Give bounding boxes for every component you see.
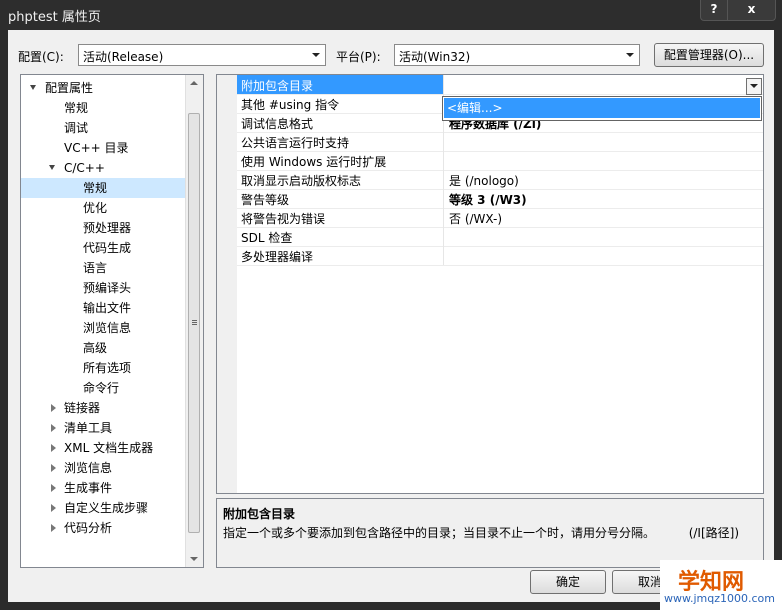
collapsed-icon	[51, 444, 56, 452]
property-value: 等级 3 (/W3)	[449, 193, 527, 207]
column-divider	[443, 132, 444, 151]
watermark: 学知网 www.jmqz1000.com	[660, 560, 782, 610]
watermark-url: www.jmqz1000.com	[664, 592, 775, 605]
expanded-icon	[30, 85, 36, 90]
property-name: SDL 检查	[241, 231, 293, 245]
tree-item[interactable]: 所有选项	[83, 358, 131, 378]
config-manager-button[interactable]: 配置管理器(O)...	[654, 43, 764, 67]
window-title: phptest 属性页	[8, 10, 101, 25]
ok-button[interactable]: 确定	[530, 570, 606, 594]
help-button[interactable]: ?	[700, 0, 728, 21]
dropdown-item-edit[interactable]: <编辑...>	[444, 98, 760, 118]
grid-gutter	[217, 75, 237, 493]
scroll-down-icon[interactable]	[190, 557, 198, 561]
expanded-icon	[49, 165, 55, 170]
column-divider	[443, 170, 444, 189]
grid-row[interactable]: SDL 检查	[237, 227, 763, 247]
column-divider	[443, 189, 444, 208]
properties-window: phptest 属性页 ? x 配置(C): 活动(Release) 平台(P)…	[0, 0, 782, 610]
tree-scrollbar[interactable]	[185, 75, 203, 567]
tree-item[interactable]: 调试	[64, 118, 88, 138]
property-name: 公共语言运行时支持	[241, 136, 350, 150]
property-name: 使用 Windows 运行时扩展	[241, 155, 387, 169]
scroll-thumb[interactable]	[188, 113, 200, 533]
tree-item-selected[interactable]: 常规	[21, 178, 187, 198]
tree-item[interactable]: 代码生成	[83, 238, 131, 258]
dialog-client: 配置(C): 活动(Release) 平台(P): 活动(Win32) 配置管理…	[8, 30, 774, 602]
grid-row[interactable]: 将警告视为错误 否 (/WX-)	[237, 208, 763, 228]
grid-row[interactable]: 警告等级 等级 3 (/W3)	[237, 189, 763, 209]
collapsed-icon	[51, 504, 56, 512]
collapsed-icon	[51, 524, 56, 532]
description-panel: 附加包含目录 指定一个或多个要添加到包含路径中的目录；当目录不止一个时，请用分号…	[216, 498, 764, 568]
property-name: 调试信息格式	[241, 117, 314, 131]
column-divider	[443, 227, 444, 246]
property-name: 附加包含目录	[241, 79, 314, 93]
config-label: 配置(C):	[18, 50, 64, 64]
property-grid: 附加包含目录 其他 #using 指令 调试信息格式 程序数据库 (/Zi) 公…	[216, 74, 764, 494]
platform-label: 平台(P):	[336, 50, 381, 64]
property-name: 将警告视为错误	[241, 212, 326, 226]
platform-combo[interactable]: 活动(Win32)	[394, 44, 640, 66]
description-switch: (/I[路径])	[688, 526, 739, 540]
grid-row-selected[interactable]: 附加包含目录	[237, 75, 763, 95]
config-value: 活动(Release)	[83, 50, 164, 64]
collapsed-icon	[51, 424, 56, 432]
collapsed-icon	[51, 404, 56, 412]
column-divider	[443, 151, 444, 170]
column-divider	[443, 246, 444, 265]
chevron-down-icon	[623, 47, 637, 63]
grip-icon	[192, 320, 197, 321]
platform-value: 活动(Win32)	[399, 50, 471, 64]
grid-row[interactable]: 多处理器编译	[237, 246, 763, 266]
title-bar: phptest 属性页 ? x	[0, 0, 782, 30]
property-name: 多处理器编译	[241, 250, 314, 264]
property-value: 否 (/WX-)	[449, 212, 503, 226]
description-title: 附加包含目录	[223, 507, 296, 521]
close-button[interactable]: x	[727, 0, 776, 21]
grid-row[interactable]: 使用 Windows 运行时扩展	[237, 151, 763, 171]
collapsed-icon	[51, 464, 56, 472]
tree-item[interactable]: 常规	[64, 98, 88, 118]
description-body: 指定一个或多个要添加到包含路径中的目录；当目录不止一个时，请用分号分隔。	[223, 526, 656, 540]
property-name: 警告等级	[241, 193, 290, 207]
tree-item[interactable]: 命令行	[83, 378, 119, 398]
tree-item[interactable]: 浏览信息	[83, 318, 131, 338]
column-divider	[443, 75, 444, 94]
tree-item[interactable]: 预处理器	[83, 218, 131, 238]
config-combo[interactable]: 活动(Release)	[78, 44, 326, 66]
scroll-up-icon[interactable]	[190, 81, 198, 85]
tree-item[interactable]: 预编译头	[83, 278, 131, 298]
value-dropdown-button[interactable]	[746, 78, 762, 95]
tree-item[interactable]: 输出文件	[83, 298, 131, 318]
collapsed-icon	[51, 484, 56, 492]
property-name: 其他 #using 指令	[241, 98, 340, 112]
tree-item[interactable]: 语言	[83, 258, 107, 278]
property-value: 是 (/nologo)	[449, 174, 519, 188]
column-divider	[443, 208, 444, 227]
tree-item[interactable]: 优化	[83, 198, 107, 218]
chevron-down-icon	[309, 47, 323, 63]
grid-row[interactable]: 取消显示启动版权标志 是 (/nologo)	[237, 170, 763, 190]
chevron-down-icon	[750, 84, 758, 88]
property-tree: 配置属性 常规 调试 VC++ 目录 C/C++ 常规 优化 预处理器 代码生成…	[20, 74, 204, 568]
grid-row[interactable]: 公共语言运行时支持	[237, 132, 763, 152]
tree-item[interactable]: VC++ 目录	[64, 138, 129, 158]
value-dropdown-list: <编辑...>	[442, 96, 762, 121]
property-name: 取消显示启动版权标志	[241, 174, 362, 188]
tree-item[interactable]: 高级	[83, 338, 107, 358]
